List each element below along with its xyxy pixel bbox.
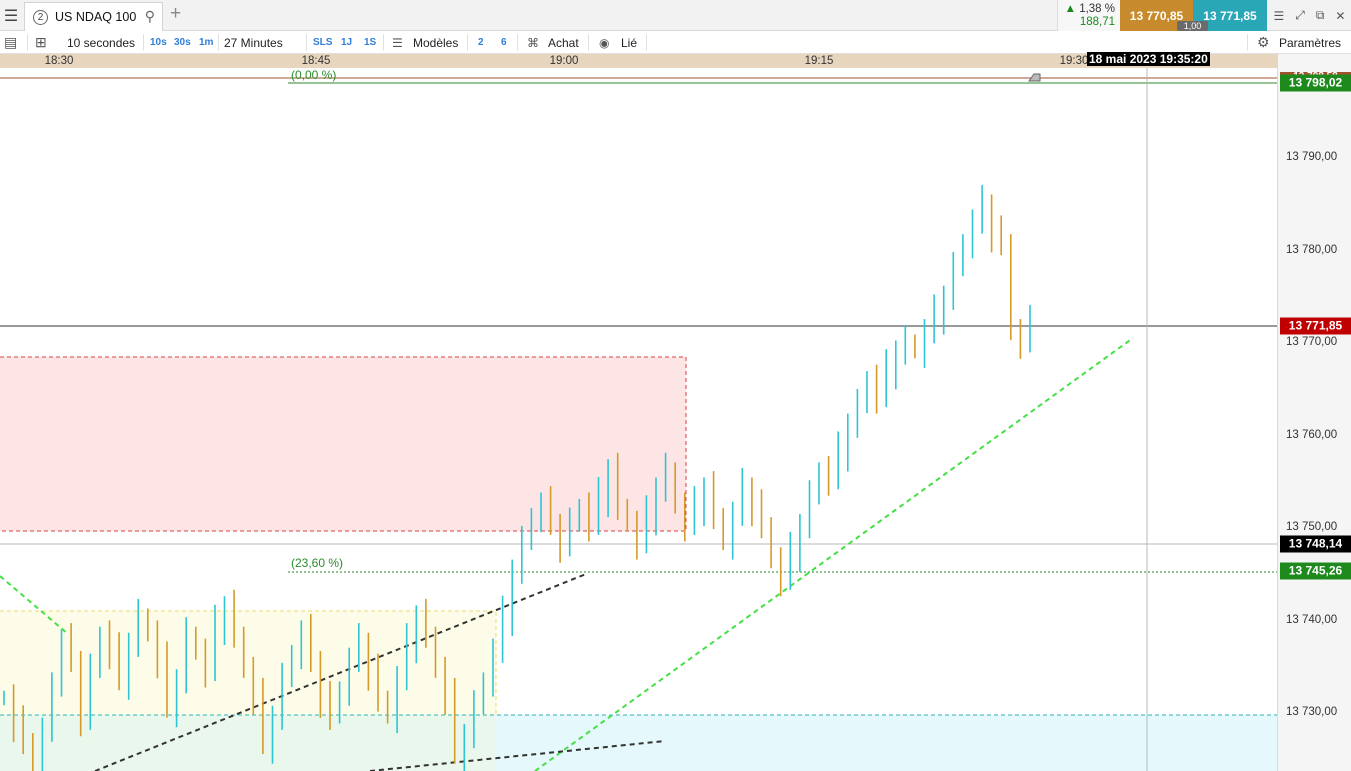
separator [218, 34, 219, 51]
separator [646, 34, 647, 51]
fib-0-label: (0,00 %) [291, 68, 337, 82]
preset-30s[interactable]: 30s [174, 31, 191, 54]
main-menu-icon[interactable]: ☰ [0, 0, 22, 31]
separator [306, 34, 307, 51]
price-chart[interactable]: (0,00 %) (23,60 %) [0, 68, 1277, 771]
separator [588, 34, 589, 51]
gear-icon[interactable]: ⚙ [1257, 31, 1270, 54]
demand-zone-left [0, 715, 496, 771]
range-1s[interactable]: 1S [364, 31, 376, 54]
popout-icon[interactable]: ⧉ [1316, 8, 1325, 23]
window-controls: ☰ ⤢ ⧉ ✕ [1268, 0, 1351, 31]
add-tab-icon[interactable]: + [170, 3, 181, 25]
price-label: 13 770,00 [1286, 336, 1338, 348]
layout-grid-icon[interactable]: ⊞ [35, 31, 47, 54]
time-label: 19:00 [549, 55, 579, 67]
models-icon[interactable]: ☰ [392, 31, 403, 54]
preset-10s[interactable]: 10s [150, 31, 167, 54]
daily-change: ▲ 1,38 % 188,71 [1057, 0, 1120, 31]
duration-select[interactable]: 27 Minutes [224, 31, 283, 54]
expand-icon[interactable]: ⤢ [1295, 8, 1305, 23]
range-sls[interactable]: SLS [313, 31, 332, 54]
time-label: 19:15 [804, 55, 834, 67]
price-label: 13 790,00 [1286, 151, 1338, 163]
close-icon[interactable]: ✕ [1335, 9, 1345, 23]
link-eye-icon[interactable]: ◉ [599, 31, 609, 54]
demand-zone [496, 715, 1277, 771]
separator [1247, 34, 1248, 51]
separator [143, 34, 144, 51]
price-axis[interactable]: 13 790,00 13 780,00 13 770,00 13 760,00 … [1277, 54, 1351, 771]
price-label: 13 740,00 [1286, 614, 1338, 626]
price-label: 13 730,00 [1286, 706, 1338, 718]
fib-236-price-tag: 13 745,26 [1280, 562, 1351, 580]
fib-236-label: (23,60 %) [291, 556, 344, 570]
range-1j[interactable]: 1J [341, 31, 352, 54]
search-icon[interactable]: ⚲ [145, 8, 155, 25]
separator [467, 34, 468, 51]
change-percent: 1,38 % [1079, 3, 1115, 15]
price-label: 13 780,00 [1286, 244, 1338, 256]
tab-title: US NDAQ 100 [55, 10, 137, 24]
crosshair-time-label: 18 mai 2023 19:35:20 [1087, 52, 1210, 66]
preset-1m[interactable]: 1m [199, 31, 213, 54]
linked-toggle[interactable]: Lié [621, 31, 637, 54]
settings-button[interactable]: Paramètres [1279, 31, 1341, 54]
separator [383, 34, 384, 51]
chart-canvas[interactable] [0, 68, 1277, 771]
up-arrow-icon: ▲ [1064, 3, 1076, 15]
price-label: 13 750,00 [1286, 521, 1338, 533]
tab-number-badge: 2 [33, 9, 48, 25]
separator [27, 34, 28, 51]
change-absolute: 188,71 [1079, 16, 1115, 28]
spread-badge: 1,00 [1177, 21, 1208, 31]
crosshair-price-tag: 13 748,14 [1280, 535, 1351, 553]
models-menu[interactable]: Modèles [413, 31, 458, 54]
count-2[interactable]: 2 [478, 31, 484, 54]
separator [517, 34, 518, 51]
list-menu-icon[interactable]: ☰ [1273, 9, 1284, 23]
time-label: 18:45 [301, 55, 331, 67]
current-price-tag: 13 771,85 [1280, 317, 1351, 335]
chart-toolbar: ▤ ⊞ 10 secondes 10s 30s 1m 27 Minutes SL… [0, 31, 1351, 54]
fib-0-price-tag: 13 798,02 [1280, 74, 1351, 92]
tab-us-ndaq-100[interactable]: 2 US NDAQ 100 ⚲ [24, 2, 163, 31]
time-label: 18:30 [44, 55, 74, 67]
interval-select[interactable]: 10 secondes [67, 31, 135, 54]
top-bar: ☰ 2 US NDAQ 100 ⚲ + ▲ 1,38 % 188,71 13 7… [0, 0, 1351, 31]
buy-button[interactable]: Achat [548, 31, 579, 54]
count-6[interactable]: 6 [501, 31, 507, 54]
time-label: 19:30 [1059, 55, 1089, 67]
range-zone [0, 611, 496, 715]
list-view-icon[interactable]: ▤ [4, 31, 17, 54]
buy-ticket-icon[interactable]: ⌘ [527, 31, 539, 54]
supply-zone [0, 357, 686, 531]
quote-box: ▲ 1,38 % 188,71 13 770,85 13 771,85 [1057, 0, 1267, 31]
price-label: 13 760,00 [1286, 429, 1338, 441]
time-axis: 18:30 18:45 19:00 19:15 19:30 [0, 54, 1277, 68]
